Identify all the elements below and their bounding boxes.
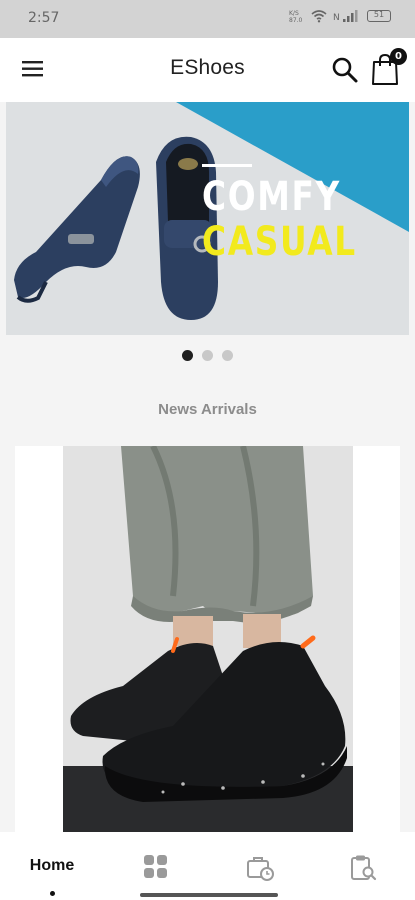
product-card[interactable] bbox=[15, 446, 400, 836]
nav-orders[interactable] bbox=[246, 854, 276, 887]
battery-level: 51 bbox=[373, 10, 385, 19]
briefcase-clock-icon bbox=[247, 857, 274, 881]
clipboard-search-icon bbox=[351, 855, 377, 881]
banner-headline-line2: CASUAL bbox=[202, 219, 358, 265]
search-icon bbox=[332, 57, 358, 83]
cart-button[interactable]: 0 bbox=[371, 48, 407, 86]
carousel-indicator bbox=[0, 350, 415, 361]
banner-headline-line1: COMFY bbox=[202, 174, 342, 220]
cart-count-badge: 0 bbox=[390, 48, 407, 65]
nav-active-indicator bbox=[50, 891, 55, 896]
nav-home-label: Home bbox=[29, 857, 75, 874]
nav-categories[interactable] bbox=[143, 854, 169, 885]
nav-track[interactable] bbox=[350, 854, 378, 887]
svg-text:N: N bbox=[333, 13, 340, 23]
promo-banner[interactable]: COMFY CASUAL bbox=[6, 102, 409, 335]
app-bar: EShoes 0 bbox=[0, 38, 415, 102]
carousel-dot-1[interactable] bbox=[182, 350, 193, 361]
sneaker-photo bbox=[63, 446, 353, 836]
nav-home[interactable]: Home bbox=[12, 832, 92, 900]
svg-text:87.0: 87.0 bbox=[289, 17, 303, 23]
bottom-navigation: Home bbox=[0, 832, 415, 900]
gesture-home-bar[interactable] bbox=[140, 893, 278, 897]
search-button[interactable] bbox=[331, 56, 359, 84]
battery-icon: 51 bbox=[367, 10, 391, 22]
grid-icon bbox=[144, 855, 167, 878]
wifi-icon bbox=[311, 10, 327, 23]
section-title: News Arrivals bbox=[158, 401, 257, 418]
banner-text: COMFY CASUAL bbox=[202, 164, 391, 265]
status-time: 2:57 bbox=[28, 10, 60, 26]
signal-icon: N bbox=[333, 10, 358, 23]
status-icons: K/S 87.0 N 51 bbox=[289, 9, 391, 23]
banner-rule bbox=[202, 164, 253, 167]
status-bar: 2:57 K/S 87.0 N 51 bbox=[0, 0, 415, 38]
carousel-dot-2[interactable] bbox=[202, 350, 213, 361]
carousel-dot-3[interactable] bbox=[222, 350, 233, 361]
data-speed-icon: K/S 87.0 bbox=[289, 10, 303, 23]
svg-text:K/S: K/S bbox=[289, 10, 299, 17]
product-image[interactable] bbox=[63, 446, 353, 836]
